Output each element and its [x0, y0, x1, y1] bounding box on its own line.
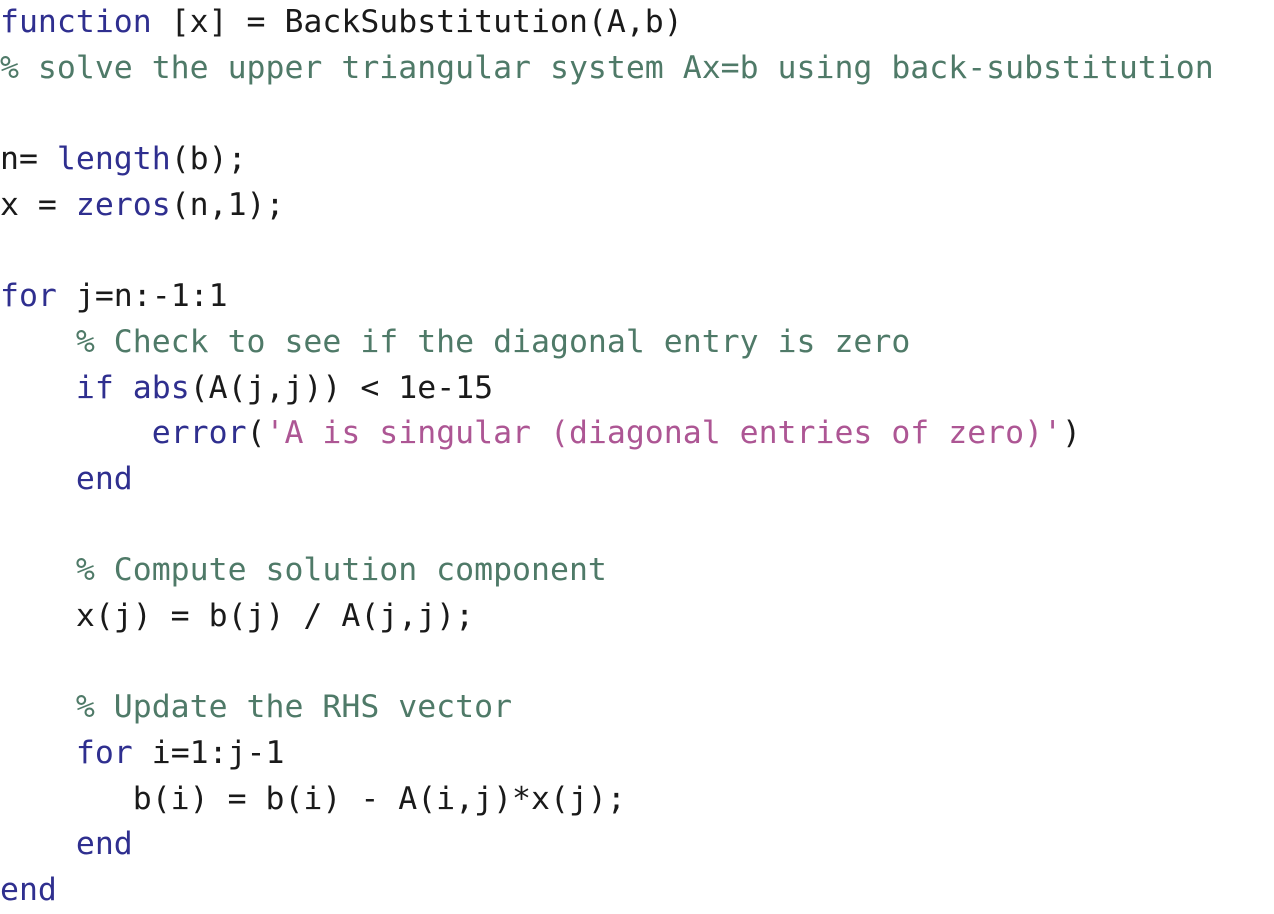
code-token-comment: % Check to see if the diagonal entry is … [0, 323, 911, 360]
code-token-keyword: for [75, 735, 133, 771]
code-line: for i=1:j-1 [0, 731, 1274, 777]
code-token-plain: ) [1062, 415, 1081, 452]
code-line: end [0, 868, 1274, 914]
code-line: for j=n:-1:1 [0, 274, 1274, 320]
code-token-plain: [x] = BackSubstitution(A,b) [151, 4, 683, 40]
code-line: n= length(b); [0, 137, 1274, 183]
code-line: b(i) = b(i) - A(i,j)*x(j); [0, 777, 1274, 823]
code-token-plain: x = [0, 186, 76, 223]
code-token-comment: % Compute solution component [0, 552, 607, 589]
code-token-plain: b(i) = b(i) - A(i,j)*x(j); [0, 780, 626, 817]
code-line: end [0, 457, 1274, 503]
code-token-plain: (b); [170, 141, 247, 178]
code-token-keyword: if [75, 369, 114, 406]
code-line: % solve the upper triangular system Ax=b… [0, 46, 1274, 92]
code-line: end [0, 822, 1274, 868]
code-listing[interactable]: function [x] = BackSubstitution(A,b)% so… [0, 0, 1274, 908]
code-line: % Check to see if the diagonal entry is … [0, 320, 1274, 366]
code-token-plain: j=n:-1:1 [56, 278, 228, 315]
code-token-keyword: function [0, 4, 152, 40]
code-token-builtin: length [56, 141, 171, 178]
code-token-keyword: end [75, 460, 133, 497]
code-token-builtin: zeros [75, 186, 171, 223]
code-token-comment: % solve the upper triangular system Ax=b… [0, 49, 1214, 86]
code-line: if abs(A(j,j)) < 1e-15 [0, 366, 1274, 412]
code-token-builtin: error [151, 415, 247, 452]
code-line: % Update the RHS vector [0, 685, 1274, 731]
code-token-plain: n= [0, 141, 57, 178]
code-token-plain: ( [246, 415, 266, 452]
code-token-builtin: abs [132, 369, 190, 406]
code-token-plain: i=1:j-1 [132, 735, 285, 771]
code-token-keyword: for [0, 278, 57, 315]
code-token-comment: % Update the RHS vector [0, 689, 513, 726]
code-token-keyword: end [75, 826, 133, 863]
code-line: x = zeros(n,1); [0, 183, 1274, 229]
code-token-plain: x(j) = b(j) / A(j,j); [0, 597, 475, 634]
code-line: % Compute solution component [0, 548, 1274, 594]
code-token-plain: (n,1); [170, 186, 285, 223]
code-line: x(j) = b(j) / A(j,j); [0, 594, 1274, 640]
code-line: error('A is singular (diagonal entries o… [0, 411, 1274, 457]
code-token-plain: (A(j,j)) < 1e-15 [189, 369, 494, 406]
code-token-keyword: end [0, 872, 57, 909]
code-line: function [x] = BackSubstitution(A,b) [0, 0, 1274, 46]
code-token-string: 'A is singular (diagonal entries of zero… [265, 415, 1063, 452]
